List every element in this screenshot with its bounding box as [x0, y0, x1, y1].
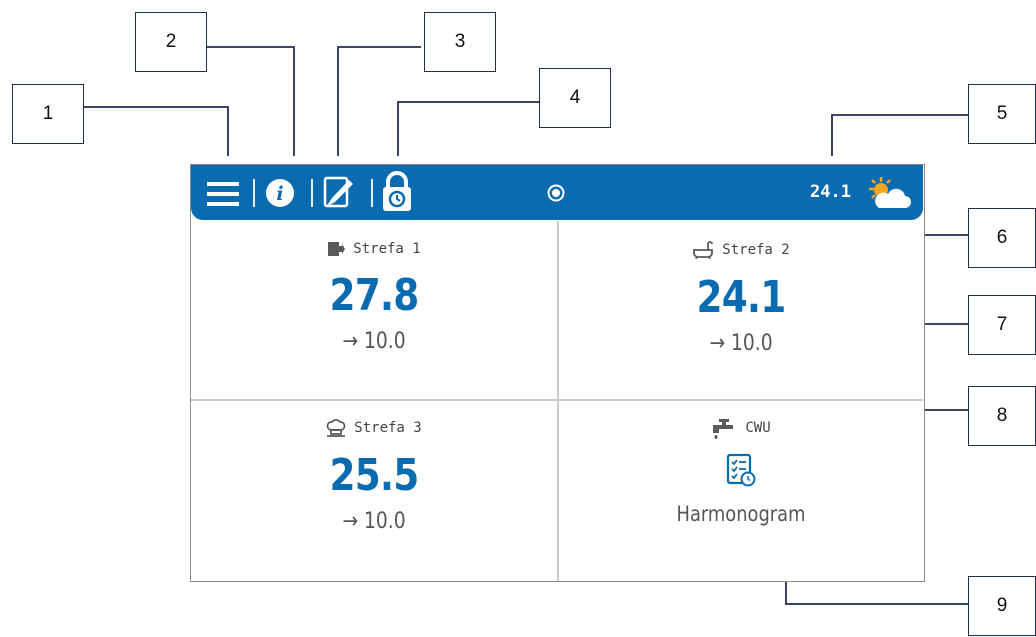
- callout-6: 6: [968, 208, 1036, 268]
- zone-temperature: 25.5: [329, 450, 420, 501]
- info-icon[interactable]: i: [265, 178, 295, 208]
- zone-name: Strefa 2: [722, 242, 790, 258]
- callout-3: 3: [424, 12, 496, 72]
- faucet-icon: [713, 419, 734, 439]
- callout-9: 9: [968, 576, 1036, 636]
- mode-dot-icon[interactable]: [547, 184, 565, 202]
- zone-name: Strefa 3: [354, 420, 422, 436]
- grid-divider-horizontal: [191, 399, 923, 401]
- callout-2: 2: [135, 12, 207, 72]
- zone-setpoint: → 10.0: [342, 329, 406, 354]
- zone-temperature: 24.1: [696, 272, 787, 323]
- zone-setpoint: → 10.0: [709, 331, 773, 356]
- callout-8: 8: [968, 386, 1036, 446]
- cwu-tile[interactable]: CWU Harmonogram: [558, 417, 924, 526]
- cwu-name: CWU: [745, 420, 771, 436]
- schedule-icon[interactable]: [726, 453, 756, 487]
- lock-icon[interactable]: [381, 171, 413, 213]
- door-icon: [328, 242, 346, 256]
- svg-text:i: i: [276, 183, 283, 205]
- zone-setpoint: → 10.0: [342, 509, 406, 534]
- callout-1: 1: [12, 84, 84, 144]
- top-bar: i 24.1: [191, 165, 923, 220]
- zone-tile-1[interactable]: Strefa 1 27.8 → 10.0: [191, 241, 557, 354]
- callout-7: 7: [968, 295, 1036, 355]
- schedule-label: Harmonogram: [676, 502, 806, 526]
- separator: [371, 179, 373, 207]
- separator: [311, 179, 313, 207]
- separator: [253, 179, 255, 207]
- zone-name: Strefa 1: [353, 241, 421, 257]
- callout-4: 4: [539, 68, 611, 128]
- controller-screen: i 24.1 Strefa 1 27.8 → 10.0 Strefa 2 24.…: [190, 164, 925, 582]
- chef-hat-icon: [326, 419, 346, 437]
- menu-icon[interactable]: [207, 181, 239, 207]
- bathtub-icon: [693, 241, 714, 259]
- callout-5: 5: [968, 84, 1036, 144]
- zone-tile-3[interactable]: Strefa 3 25.5 → 10.0: [191, 419, 557, 534]
- edit-icon[interactable]: [322, 176, 354, 210]
- outdoor-temperature: 24.1: [810, 182, 851, 202]
- zone-tile-2[interactable]: Strefa 2 24.1 → 10.0: [558, 241, 924, 356]
- weather-icon[interactable]: [865, 175, 911, 211]
- zone-temperature: 27.8: [329, 270, 420, 321]
